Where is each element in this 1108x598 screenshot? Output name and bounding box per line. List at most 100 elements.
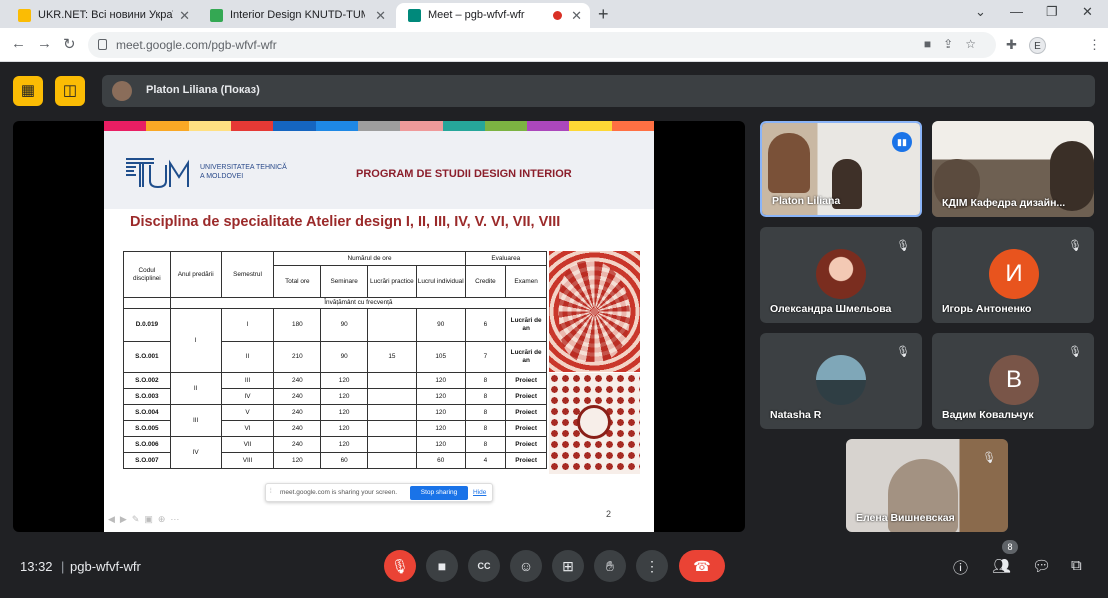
bookmark-star-icon[interactable]: ☆	[965, 37, 988, 51]
mic-off-icon: 🎙︎	[1068, 346, 1082, 358]
more-vert-icon: ⋮	[645, 558, 659, 574]
chat-icon[interactable]: 💬︎	[1032, 557, 1051, 575]
cell-code: S.O.001	[123, 341, 171, 373]
new-tab-button[interactable]: +	[598, 3, 609, 25]
back-icon[interactable]: ←	[11, 35, 26, 52]
people-icon[interactable]: 👥︎	[992, 557, 1011, 575]
leave-call-button[interactable]: ☎	[679, 550, 725, 582]
tum-logo-icon	[126, 158, 189, 189]
layout-icon[interactable]: ◫	[55, 76, 85, 106]
cell-individual: 90	[415, 308, 466, 342]
cell-individual: 120	[415, 388, 466, 405]
cell-code: D.0.019	[123, 308, 171, 342]
cell-total: 240	[273, 388, 322, 405]
curriculum-table: Codul disciplinei Anul predării Semestru…	[123, 251, 548, 469]
hide-link[interactable]: Hide	[473, 489, 486, 496]
th-evaluation: Evaluarea	[464, 251, 548, 266]
present-button[interactable]: ⊞	[552, 550, 584, 582]
cell-practical: 15	[367, 341, 417, 373]
th-credits: Credite	[464, 265, 507, 298]
camera-icon[interactable]: ■	[924, 37, 943, 51]
cell-sem: II	[220, 341, 275, 373]
profile-avatar[interactable]: E	[1029, 37, 1046, 54]
avatar	[816, 249, 866, 299]
address-bar: ← → ↻ meet.google.com/pgb-wfvf-wfr ■⇪☆ ✚…	[0, 28, 1108, 62]
emoji-icon: ☺	[518, 558, 534, 574]
participant-tile-kdim[interactable]: КДІМ Кафедра дизайн...	[932, 121, 1094, 217]
tab-ukrnet[interactable]: UKR.NET: Всі новини України, с ✕	[6, 3, 198, 28]
cell-practical	[367, 388, 417, 405]
cell-practical	[367, 372, 417, 389]
forward-icon[interactable]: →	[37, 35, 52, 52]
participant-tile-vadim[interactable]: 🎙︎ В Вадим Ковальчук	[932, 333, 1094, 429]
info-icon[interactable]: ⓘ	[953, 557, 968, 578]
stop-sharing-button[interactable]: Stop sharing	[410, 486, 468, 500]
cell-seminar: 120	[320, 372, 368, 389]
captions-off-icon[interactable]: ▦	[13, 76, 43, 106]
cell-practical	[367, 420, 417, 437]
close-icon[interactable]: ✕	[179, 3, 190, 28]
menu-icon[interactable]: ⋮	[1088, 37, 1101, 53]
mic-toggle-button[interactable]: 🎙︎	[384, 550, 416, 582]
participant-tile-oleksandra[interactable]: 🎙︎ Олександра Шмельова	[760, 227, 922, 323]
cell-exam: Lucrări de an	[505, 341, 547, 373]
camera-toggle-button[interactable]: ■	[426, 550, 458, 582]
close-icon[interactable]: ✕	[571, 3, 582, 28]
activities-icon[interactable]: ⧉	[1071, 557, 1082, 574]
cell-year: IV	[169, 436, 222, 469]
tab-title: UKR.NET: Всі новини України, с	[38, 9, 173, 21]
share-icon[interactable]: ⇪	[943, 37, 965, 51]
tab-interior-design[interactable]: Interior Design KNUTD-TUM • ел ✕	[198, 3, 394, 28]
cell-exam: Proiect	[505, 372, 547, 389]
avatar: И	[989, 249, 1039, 299]
color-stripe	[146, 121, 189, 131]
close-icon[interactable]: ✕	[375, 3, 386, 28]
reactions-button[interactable]: ☺	[510, 550, 542, 582]
cell-sem: IV	[220, 388, 275, 405]
tab-search-icon[interactable]: ⌄	[975, 4, 986, 20]
presentation-stage[interactable]: UNIVERSITATEA TEHNICĂ A MOLDOVEI PROGRAM…	[13, 121, 745, 532]
cell-sem: VII	[220, 436, 275, 453]
university-name: UNIVERSITATEA TEHNICĂ A MOLDOVEI	[200, 163, 287, 181]
table-body: D.0.019 I I 180 90 90 6 Lucrări de an S.O.001 II 2…	[123, 308, 547, 469]
url-field[interactable]: meet.google.com/pgb-wfvf-wfr ■⇪☆	[88, 32, 996, 58]
th-practical: Lucrări practice	[367, 265, 417, 298]
cell-individual: 60	[415, 452, 466, 469]
minimize-button[interactable]: —	[1010, 4, 1023, 19]
close-window-button[interactable]: ✕	[1082, 4, 1093, 20]
participant-tile-natasha[interactable]: 🎙︎ Natasha R	[760, 333, 922, 429]
cell-individual: 105	[415, 341, 466, 373]
participant-tile-elena[interactable]: 🎙︎ Елена Вишневская	[846, 439, 1008, 532]
cell-code: S.O.006	[123, 436, 171, 453]
drag-handle-icon[interactable]: ⦙	[270, 488, 272, 496]
reload-icon[interactable]: ↻	[63, 35, 76, 53]
participant-tile-igor[interactable]: 🎙︎ И Игорь Антоненко	[932, 227, 1094, 323]
mic-off-icon: 🎙︎	[391, 558, 409, 574]
color-stripe	[442, 121, 485, 131]
maximize-button[interactable]: ❐	[1046, 4, 1058, 20]
university-line-2: A MOLDOVEI	[200, 173, 244, 180]
cell-seminar: 90	[320, 341, 368, 373]
tab-meet[interactable]: Meet – pgb-wfvf-wfr ✕	[396, 3, 590, 28]
cell-year: II	[169, 372, 222, 405]
th-total: Total ore	[273, 265, 322, 298]
cell-sem: I	[220, 308, 275, 342]
captions-button[interactable]: CC	[468, 550, 500, 582]
cell-practical	[367, 404, 417, 421]
th-seminar: Seminare	[320, 265, 368, 298]
cell-exam: Proiect	[505, 404, 547, 421]
cell-year: III	[169, 404, 222, 437]
ukrnet-icon	[18, 9, 31, 22]
participant-tile-platon[interactable]: ▮▮ Platon Liliana	[760, 121, 922, 217]
more-options-button[interactable]: ⋮	[636, 550, 668, 582]
color-stripe	[569, 121, 612, 131]
participant-name: Вадим Ковальчук	[942, 409, 1034, 421]
mic-off-icon: 🎙︎	[982, 452, 996, 464]
cell-year: I	[169, 308, 222, 373]
tab-title: Interior Design KNUTD-TUM • ел	[230, 9, 365, 21]
slide-controls[interactable]: ◀▶✎▣⊕⋯	[108, 514, 184, 525]
extensions-icon[interactable]: ✚	[1006, 37, 1017, 53]
cell-code: S.O.003	[123, 388, 171, 405]
th-exam: Examen	[505, 265, 547, 298]
raise-hand-button[interactable]: ✋︎	[594, 550, 626, 582]
